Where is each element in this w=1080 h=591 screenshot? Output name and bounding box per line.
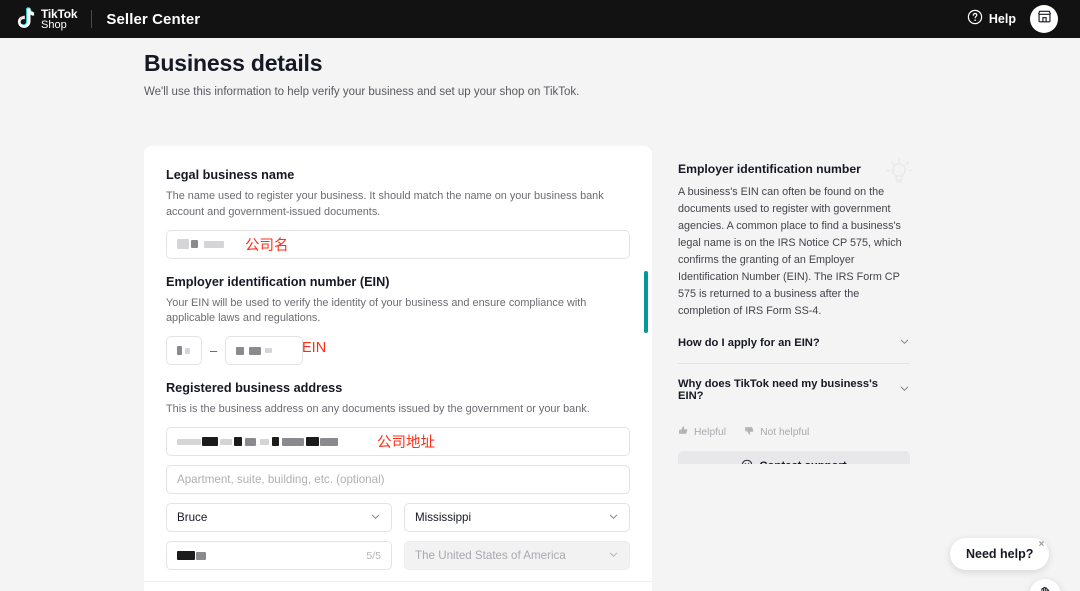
city-state-row: Bruce Mississippi bbox=[166, 503, 630, 532]
lightbulb-icon bbox=[882, 156, 916, 195]
header-divider bbox=[91, 10, 92, 28]
redacted-text bbox=[272, 437, 279, 446]
registered-address-section: Registered business address This is the … bbox=[166, 381, 630, 591]
ein-separator: – bbox=[210, 343, 217, 358]
ein-annotation: EIN bbox=[302, 340, 326, 356]
redacted-text bbox=[234, 437, 242, 446]
address-line1-input[interactable]: 公司地址 bbox=[166, 427, 630, 456]
redacted-text bbox=[265, 348, 272, 353]
contact-support-button[interactable]: Contact support bbox=[678, 451, 910, 464]
faq-question: Why does TikTok need my business's EIN? bbox=[678, 378, 899, 402]
address-annotation: 公司地址 bbox=[377, 431, 435, 452]
top-header-bar: TikTok Shop Seller Center Help bbox=[0, 0, 1080, 38]
feedback-row: Helpful Not helpful bbox=[678, 425, 910, 439]
legal-business-name-section: Legal business name The name used to reg… bbox=[166, 168, 630, 259]
legal-name-title: Legal business name bbox=[166, 168, 630, 182]
redacted-text bbox=[245, 438, 256, 446]
legal-name-annotation: 公司名 bbox=[245, 234, 289, 255]
app-name-label: Seller Center bbox=[106, 11, 200, 28]
redacted-text bbox=[191, 240, 198, 248]
chevron-down-icon bbox=[899, 334, 910, 352]
legal-name-input[interactable]: 公司名 bbox=[166, 230, 630, 259]
help-panel-body: A business's EIN can often be found on t… bbox=[678, 184, 910, 320]
faq-question: How do I apply for an EIN? bbox=[678, 337, 820, 349]
chevron-down-icon bbox=[899, 381, 910, 399]
chevron-down-icon bbox=[370, 511, 381, 525]
redacted-text bbox=[202, 437, 218, 446]
zip-code-input[interactable]: 5/5 bbox=[166, 541, 392, 570]
page-body: Business details We'll use this informat… bbox=[0, 38, 1080, 591]
ein-description: Your EIN will be used to verify the iden… bbox=[166, 296, 630, 328]
faq-item-apply-ein[interactable]: How do I apply for an EIN? bbox=[678, 334, 910, 364]
store-icon bbox=[1037, 9, 1052, 29]
address-title: Registered business address bbox=[166, 381, 630, 395]
shop-switcher-button[interactable] bbox=[1030, 5, 1058, 33]
country-select: The United States of America bbox=[404, 541, 630, 570]
tiktok-note-icon bbox=[14, 7, 36, 31]
faq-item-why-ein[interactable]: Why does TikTok need my business's EIN? bbox=[678, 378, 910, 413]
redacted-text bbox=[306, 437, 319, 446]
thumbs-up-icon bbox=[678, 425, 689, 439]
help-button[interactable]: Help bbox=[967, 9, 1016, 30]
ein-help-panel: Employer identification number A busines… bbox=[660, 146, 928, 464]
redacted-text bbox=[177, 346, 182, 355]
helpful-label: Helpful bbox=[694, 427, 726, 438]
redacted-text bbox=[260, 439, 269, 445]
zip-country-row: 5/5 The United States of America bbox=[166, 541, 630, 570]
contact-support-label: Contact support bbox=[759, 460, 846, 464]
redacted-text bbox=[320, 438, 338, 446]
redacted-text bbox=[185, 348, 190, 354]
page-title: Business details bbox=[144, 50, 1080, 77]
ein-section: Employer identification number (EIN) You… bbox=[166, 275, 630, 366]
tiktok-shop-logo[interactable]: TikTok Shop bbox=[14, 7, 77, 31]
not-helpful-label: Not helpful bbox=[760, 427, 809, 438]
tiktok-shop-wordmark: TikTok Shop bbox=[41, 8, 77, 31]
legal-name-description: The name used to register your business.… bbox=[166, 189, 630, 221]
state-select[interactable]: Mississippi bbox=[404, 503, 630, 532]
redacted-text bbox=[236, 347, 244, 355]
redacted-text bbox=[177, 551, 195, 560]
city-select[interactable]: Bruce bbox=[166, 503, 392, 532]
page-header: Business details We'll use this informat… bbox=[0, 38, 1080, 98]
city-value: Bruce bbox=[177, 511, 207, 524]
question-circle-icon bbox=[967, 9, 983, 30]
ein-suffix-input[interactable] bbox=[225, 336, 303, 365]
need-help-launcher-button[interactable] bbox=[1029, 579, 1061, 591]
redacted-text bbox=[220, 439, 232, 445]
address-line2-input[interactable]: Apartment, suite, building, etc. (option… bbox=[166, 465, 630, 494]
need-help-bubble[interactable]: Need help? × bbox=[950, 538, 1049, 570]
close-icon[interactable]: × bbox=[1039, 540, 1045, 550]
not-helpful-button[interactable]: Not helpful bbox=[744, 425, 809, 439]
brand-line-tiktok: TikTok bbox=[41, 8, 77, 20]
headset-icon bbox=[741, 459, 753, 464]
form-footer-actions: Back Next bbox=[144, 581, 652, 591]
need-help-text: Need help? bbox=[966, 547, 1033, 561]
help-label: Help bbox=[989, 12, 1016, 26]
chevron-down-icon bbox=[608, 511, 619, 525]
thumbs-down-icon bbox=[744, 425, 755, 439]
ein-title: Employer identification number (EIN) bbox=[166, 275, 630, 289]
header-right-actions: Help bbox=[967, 5, 1066, 33]
chevron-down-icon bbox=[608, 549, 619, 563]
redacted-text bbox=[177, 239, 189, 249]
redacted-text bbox=[282, 438, 304, 446]
ein-input-row: – EIN bbox=[166, 336, 630, 365]
redacted-text bbox=[177, 439, 201, 445]
redacted-text bbox=[249, 347, 261, 355]
redacted-text bbox=[196, 552, 206, 560]
redacted-text bbox=[204, 241, 224, 248]
brand-line-shop: Shop bbox=[41, 20, 77, 31]
waving-hand-icon bbox=[1037, 585, 1054, 591]
page-subtitle: We'll use this information to help verif… bbox=[144, 86, 1080, 98]
ein-prefix-input[interactable] bbox=[166, 336, 202, 365]
form-scrollbar-track[interactable] bbox=[644, 146, 648, 591]
form-scrollbar-thumb[interactable] bbox=[644, 271, 648, 333]
zip-char-counter: 5/5 bbox=[366, 550, 381, 562]
country-value: The United States of America bbox=[415, 549, 566, 562]
address-description: This is the business address on any docu… bbox=[166, 402, 630, 418]
help-panel-title: Employer identification number bbox=[678, 162, 910, 176]
helpful-button[interactable]: Helpful bbox=[678, 425, 726, 439]
state-value: Mississippi bbox=[415, 511, 471, 524]
business-details-form-card: Legal business name The name used to reg… bbox=[144, 146, 652, 591]
